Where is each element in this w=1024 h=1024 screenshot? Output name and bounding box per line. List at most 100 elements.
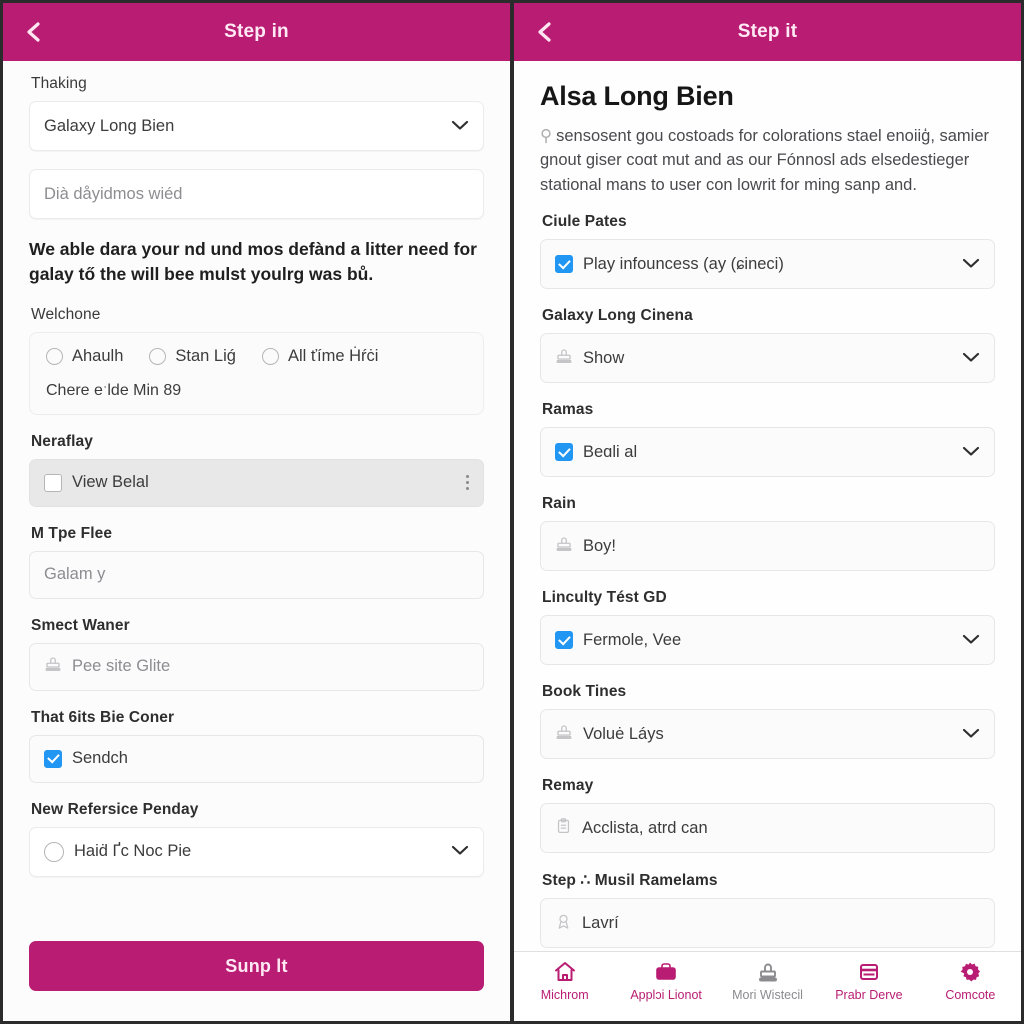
right-appbar: Step it: [514, 3, 1021, 61]
label-that-gits-bie-coner: That 6its Bie Coner: [31, 708, 175, 726]
label-m-tpe-flee: M Tpe Flee: [31, 524, 113, 542]
left-phone-screen: Step in Thaking Galaxy Long Bien Dià dåy…: [0, 0, 512, 1024]
badge-icon: [555, 912, 572, 935]
icon-field-remay[interactable]: Acclista, atrd can: [540, 803, 995, 854]
chevron-down-icon: [451, 842, 469, 861]
icon-field-step-musil-ramelams-value: Lavrí: [582, 913, 619, 932]
checkbox-icon[interactable]: [44, 473, 62, 492]
icon-field-step-musil-ramelams[interactable]: Lavrí: [540, 898, 995, 949]
label-neraflay: Neraflay: [31, 432, 93, 450]
checkbox-checked-icon[interactable]: [555, 255, 573, 274]
icon-field-rain[interactable]: Boy!: [540, 521, 995, 572]
tab-applai-lionot[interactable]: Applɔi Lionot: [615, 960, 716, 1002]
back-button[interactable]: [528, 15, 562, 49]
intro-paragraph: We able dara your nd und mos defànd a li…: [29, 239, 477, 285]
label-smect-waner: Smect Waner: [31, 616, 130, 634]
radio-option-1[interactable]: Stan Liǵ: [149, 347, 236, 366]
radio-circle-icon: [46, 347, 63, 365]
label-new-refersice-penday: New Refersice Penday: [31, 800, 199, 818]
chevron-down-icon: [962, 349, 980, 368]
checkbox-checked-icon[interactable]: [555, 443, 573, 462]
checkbox-select-linculty-test-gd[interactable]: Fermole, Vee: [540, 615, 995, 666]
note-icon: ⚲: [540, 127, 553, 145]
tab-comcote-label: Comcote: [945, 988, 996, 1002]
stamp-icon: [555, 535, 573, 558]
chevron-down-icon: [962, 631, 980, 650]
dual-screen-container: Step in Thaking Galaxy Long Bien Dià dåy…: [0, 0, 1024, 1024]
radio-option-0-label: Ahaulh: [72, 346, 124, 365]
page-title: Alsa Long Bien: [540, 81, 734, 111]
briefcase-icon: [653, 960, 679, 984]
radio-options-row: Ahaulh Stan Liǵ All ťíme Ḣŕċi: [46, 347, 467, 366]
label-galaxy-long-cinena: Galaxy Long Cinena: [542, 307, 693, 325]
tab-applai-lionot-label: Applɔi Lionot: [630, 988, 702, 1002]
radio-option-0[interactable]: Ahaulh: [46, 347, 123, 366]
input-subtitle[interactable]: Dià dåyidmos wiéd: [29, 169, 484, 219]
label-ciule-pates: Ciule Pates: [542, 213, 627, 231]
list-item-view-belal[interactable]: View Belal: [29, 458, 484, 507]
stamp-icon: [555, 347, 573, 370]
radio-group-welchone: Ahaulh Stan Liǵ All ťíme Ḣŕċi Chere eˑld…: [29, 331, 484, 415]
icon-field-remay-value: Acclista, atrd can: [582, 818, 708, 837]
label-rain: Rain: [542, 495, 576, 513]
kebab-menu-icon[interactable]: [466, 475, 469, 491]
checkbox-row-sendch[interactable]: Sendch: [29, 734, 484, 783]
radio-select-new-refersice-penday[interactable]: Haiḋ Ґc Noc Pie: [29, 826, 484, 877]
chevron-left-icon: [24, 20, 44, 44]
icon-select-galaxy-long-cinena[interactable]: Show: [540, 333, 995, 384]
input-m-tpe-flee[interactable]: Galam y: [29, 550, 484, 599]
icon-select-galaxy-long-cinena-value: Show: [583, 348, 625, 367]
left-form-body: Thaking Galaxy Long Bien Dià dåyidmos wi…: [3, 61, 510, 925]
checkbox-row-sendch-label: Sendch: [72, 749, 128, 768]
radio-option-1-label: Stan Liǵ: [175, 346, 236, 365]
checkbox-select-ciule-pates[interactable]: Play infouncess (ay (ɕineci): [540, 239, 995, 290]
label-welchone: Welchone: [31, 305, 101, 323]
page-lede-text: sensosent gou costoads for colorations s…: [540, 127, 990, 194]
icon-field-rain-value: Boy!: [583, 536, 617, 555]
radio-group-hint: Chere eˑlde Min 89: [46, 381, 182, 399]
radio-circle-icon: [261, 347, 279, 365]
tab-comcote[interactable]: Comcote: [920, 960, 1021, 1002]
chevron-down-icon: [962, 443, 980, 462]
tab-mori-wistecil[interactable]: Mori Wistecil: [717, 960, 818, 1002]
right-appbar-title: Step it: [737, 21, 798, 42]
label-thaking: Thaking: [31, 75, 87, 92]
select-thaking[interactable]: Galaxy Long Bien: [29, 101, 484, 151]
label-step-musil-ramelams: Step ∴ Musil Ramelams: [542, 872, 718, 890]
checkbox-select-ramas-value: Beɑli al: [583, 442, 638, 461]
left-appbar-title: Step in: [224, 21, 289, 42]
right-phone-screen: Step it Alsa Long Bien ⚲ sensosent gou co…: [512, 0, 1024, 1024]
chevron-down-icon: [962, 725, 980, 744]
tab-prabr-derve-label: Prabr Derve: [835, 988, 903, 1002]
input-smect-waner[interactable]: Pee site Glite: [29, 642, 484, 691]
radio-circle-icon[interactable]: [44, 841, 64, 862]
page-lede: ⚲ sensosent gou costoads for colorations …: [540, 124, 995, 197]
tab-michrom[interactable]: Michrom: [514, 960, 615, 1002]
checkbox-checked-icon[interactable]: [555, 631, 573, 650]
chevron-left-icon: [535, 20, 555, 44]
left-appbar: Step in: [3, 3, 510, 61]
checkbox-checked-icon[interactable]: [44, 749, 62, 768]
card-list-icon: [856, 960, 882, 984]
select-thaking-value: Galaxy Long Bien: [44, 116, 175, 135]
input-m-tpe-flee-value: Galam y: [44, 565, 106, 584]
radio-option-2-label: All ťíme Ḣŕċi: [287, 346, 379, 365]
icon-select-book-tines[interactable]: Voluė Láys: [540, 709, 995, 760]
stamp-icon: [755, 960, 781, 984]
chevron-down-icon: [962, 255, 980, 274]
tab-prabr-derve[interactable]: Prabr Derve: [818, 960, 919, 1002]
label-book-tines: Book Tines: [542, 683, 627, 701]
checkbox-select-ciule-pates-value: Play infouncess (ay (ɕineci): [583, 254, 784, 273]
radio-option-2[interactable]: All ťíme Ḣŕċi: [261, 346, 379, 366]
checkbox-select-ramas[interactable]: Beɑli al: [540, 427, 995, 478]
home-icon: [552, 960, 578, 984]
gear-icon: [957, 960, 983, 984]
radio-select-value: Haiḋ Ґc Noc Pie: [74, 842, 192, 861]
list-item-label: View Belal: [72, 473, 149, 492]
submit-button[interactable]: Sunp lt: [29, 941, 484, 991]
input-smect-waner-value: Pee site Glite: [72, 657, 171, 676]
chevron-down-icon: [451, 117, 469, 136]
back-button[interactable]: [17, 15, 51, 49]
tab-michrom-label: Michrom: [540, 988, 589, 1002]
tab-mori-wistecil-label: Mori Wistecil: [732, 988, 803, 1002]
